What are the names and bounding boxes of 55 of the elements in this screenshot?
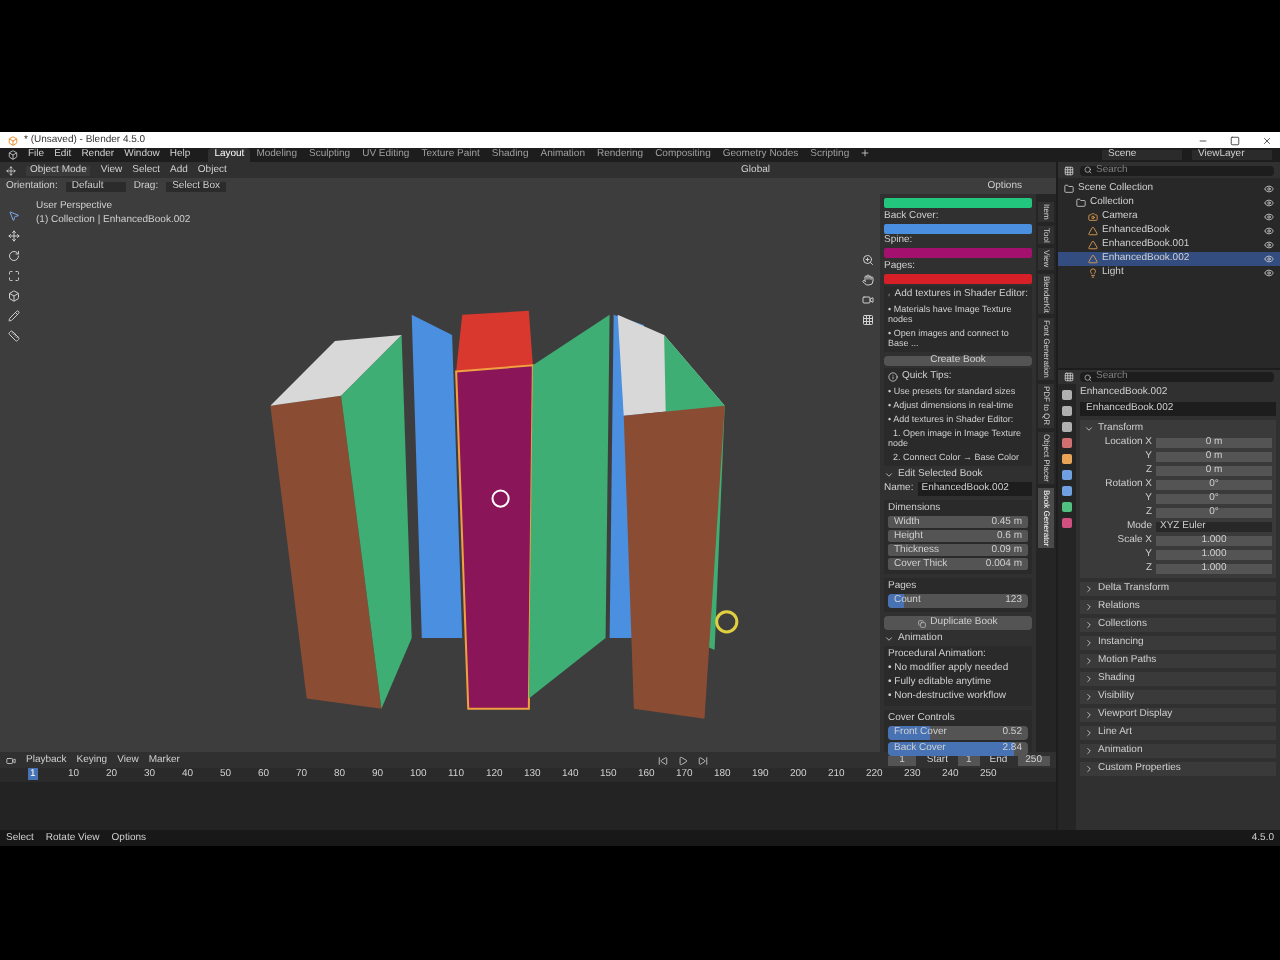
color-swatch[interactable] [884, 223, 1032, 233]
bulb-icon [1088, 268, 1098, 278]
chevron-icon[interactable] [1084, 602, 1094, 612]
search-icon [1084, 166, 1092, 174]
editor-type-icon[interactable] [1064, 372, 1074, 382]
chevron-icon[interactable] [1084, 746, 1094, 756]
eye-icon[interactable] [1264, 184, 1274, 194]
color-swatch[interactable] [884, 248, 1032, 258]
color-swatch[interactable] [884, 273, 1032, 283]
add-icon[interactable] [859, 148, 870, 158]
light-icon [715, 610, 739, 634]
editor-type-icon[interactable] [6, 165, 16, 175]
chevron-icon[interactable] [1084, 424, 1094, 434]
app-icon [8, 135, 18, 145]
play-icon[interactable] [677, 755, 688, 765]
navigation-icon[interactable] [862, 254, 874, 266]
chevron-icon[interactable] [1084, 638, 1094, 648]
folder-icon [1076, 198, 1086, 208]
maximize-icon[interactable] [1230, 135, 1240, 145]
eye-icon[interactable] [1264, 198, 1274, 208]
tool-icon[interactable] [8, 330, 20, 342]
eye-icon[interactable] [1264, 226, 1274, 236]
chevron-icon[interactable] [884, 633, 894, 643]
chevron-icon[interactable] [1084, 692, 1094, 702]
eye-icon[interactable] [1264, 240, 1274, 250]
chevron-icon[interactable] [1084, 674, 1094, 684]
chevron-icon[interactable] [1084, 656, 1094, 666]
color-swatch[interactable] [884, 198, 1032, 208]
chevron-icon[interactable] [1084, 584, 1094, 594]
chevron-icon[interactable] [1084, 728, 1094, 738]
eye-icon[interactable] [1264, 268, 1274, 278]
display-mode-icon[interactable] [1064, 165, 1074, 175]
chevron-icon[interactable] [1084, 764, 1094, 774]
tool-icon[interactable] [8, 290, 20, 302]
chevron-icon[interactable] [884, 469, 894, 479]
jump-end-icon[interactable] [697, 755, 708, 765]
camera-icon [1088, 212, 1098, 222]
chevron-icon[interactable] [1084, 710, 1094, 720]
jump-start-icon[interactable] [657, 755, 668, 765]
editor-type-icon[interactable] [6, 755, 16, 765]
copy-icon [918, 619, 927, 627]
navigation-icon[interactable] [862, 274, 874, 286]
blender-menu-icon[interactable] [8, 150, 18, 160]
eye-icon[interactable] [1264, 254, 1274, 264]
pivot-icon [491, 489, 510, 508]
navigation-icon[interactable] [862, 314, 874, 326]
chevron-icon[interactable] [1084, 620, 1094, 630]
search-icon [1084, 373, 1092, 381]
eye-icon[interactable] [1264, 212, 1274, 222]
tool-icon[interactable] [8, 230, 20, 242]
navigation-icon[interactable] [862, 294, 874, 306]
tool-icon[interactable] [8, 250, 20, 262]
tool-icon[interactable] [8, 210, 20, 222]
tool-icon[interactable] [8, 310, 20, 322]
folder-icon [1064, 184, 1074, 194]
